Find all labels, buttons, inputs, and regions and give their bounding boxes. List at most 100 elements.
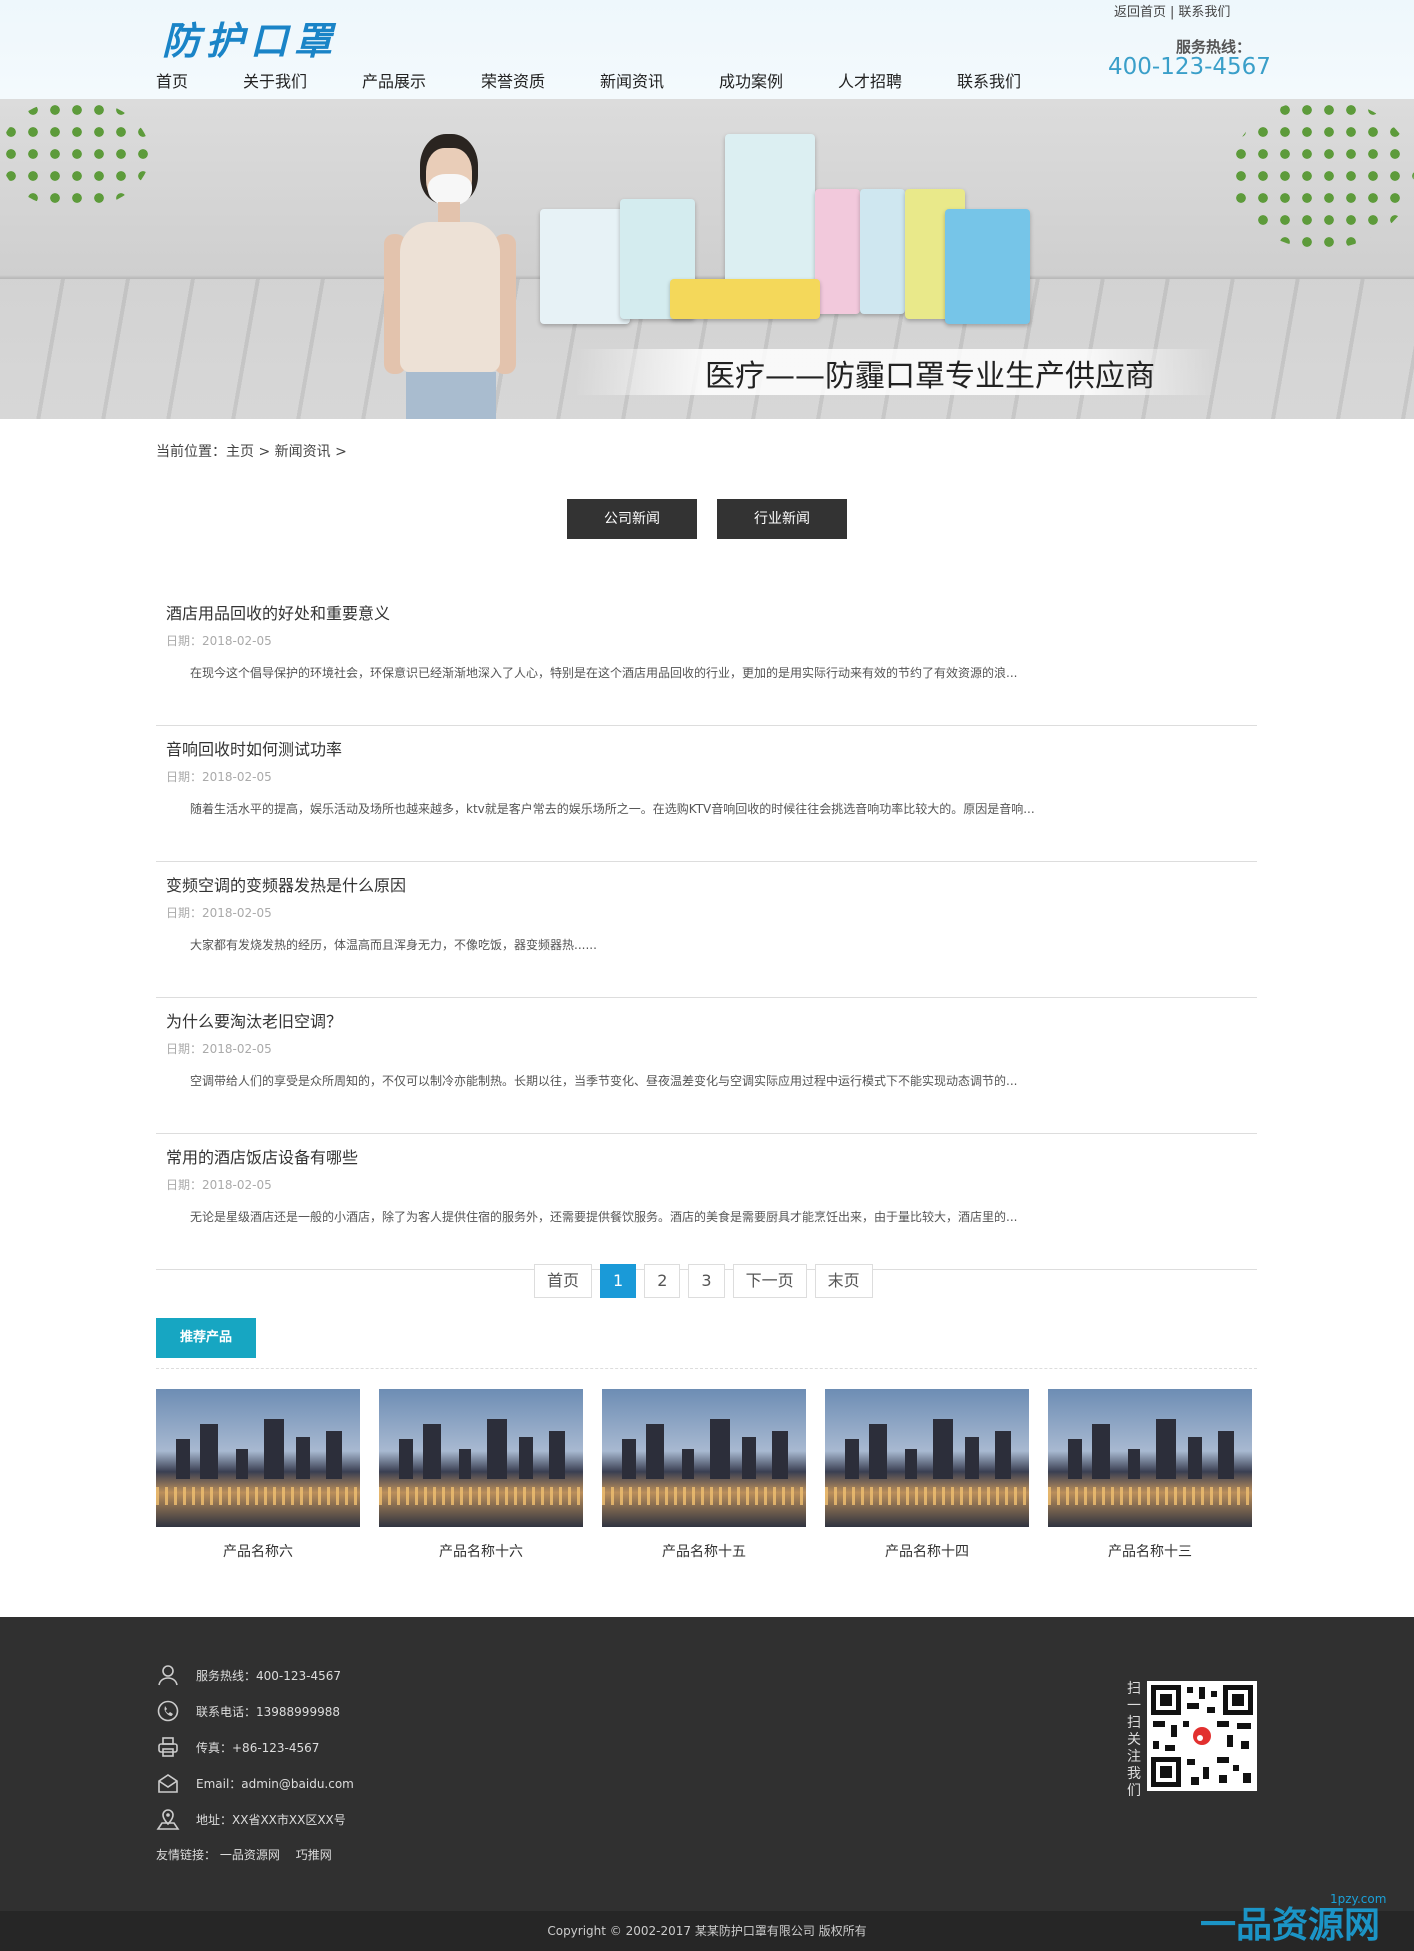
printer-icon xyxy=(156,1735,180,1759)
mask-package xyxy=(725,134,815,284)
product-image[interactable] xyxy=(825,1389,1029,1527)
nav-item-cases[interactable]: 成功案例 xyxy=(719,68,838,92)
news-item: 变频空调的变频器发热是什么原因 日期：2018-02-05 大家都有发烧发热的经… xyxy=(156,862,1257,998)
nav-item-contact[interactable]: 联系我们 xyxy=(957,68,1037,92)
news-category-tabs: 公司新闻 行业新闻 xyxy=(567,499,867,539)
product-card[interactable]: 产品名称十六 xyxy=(379,1389,583,1561)
contact-row-fax: 传真：+86-123-4567 xyxy=(156,1729,354,1765)
pager-first[interactable]: 首页 xyxy=(534,1264,593,1298)
mask-package xyxy=(860,189,905,314)
product-card[interactable]: 产品名称十五 xyxy=(602,1389,806,1561)
product-card[interactable]: 产品名称六 xyxy=(156,1389,360,1561)
recommend-header: 推荐产品 xyxy=(156,1318,1257,1369)
tab-company-news[interactable]: 公司新闻 xyxy=(567,499,697,539)
nav-item-news[interactable]: 新闻资讯 xyxy=(600,68,719,92)
hero-banner: 医疗——防霾口罩专业生产供应商 xyxy=(0,99,1414,419)
hotline-number: 400-123-4567 xyxy=(1108,54,1271,80)
product-name[interactable]: 产品名称六 xyxy=(156,1541,360,1561)
recommend-title: 推荐产品 xyxy=(156,1318,256,1358)
contact-email: Email：admin@baidu.com xyxy=(196,1776,354,1791)
news-summary: 空调带给人们的享受是众所周知的，不仅可以制冷亦能制热。长期以往，当季节变化、昼夜… xyxy=(190,1074,1018,1088)
banner-slogan: 医疗——防霾口罩专业生产供应商 xyxy=(705,359,1155,394)
mask-package xyxy=(945,209,1030,324)
user-icon xyxy=(156,1663,180,1687)
pagination: 首页 1 2 3 下一页 末页 xyxy=(534,1264,881,1298)
product-card[interactable]: 产品名称十三 xyxy=(1048,1389,1252,1561)
product-name[interactable]: 产品名称十六 xyxy=(379,1541,583,1561)
contact-address: 地址：XX省XX市XX区XX号 xyxy=(196,1812,346,1827)
contact-info: 服务热线：400-123-4567 联系电话：13988999988 传真：+8… xyxy=(156,1657,354,1837)
pager-next[interactable]: 下一页 xyxy=(732,1264,807,1298)
nav-item-jobs[interactable]: 人才招聘 xyxy=(838,68,957,92)
news-title[interactable]: 为什么要淘汰老旧空调？ xyxy=(166,1008,342,1032)
contact-fax: 传真：+86-123-4567 xyxy=(196,1740,320,1755)
breadcrumb: 当前位置：主页 > 新闻资讯 > xyxy=(156,444,347,460)
contact-row-phone: 联系电话：13988999988 xyxy=(156,1693,354,1729)
news-date: 日期：2018-02-05 xyxy=(166,634,272,648)
tab-industry-news[interactable]: 行业新闻 xyxy=(717,499,847,539)
product-name[interactable]: 产品名称十五 xyxy=(602,1541,806,1561)
friend-links: 友情链接： 一品资源网 巧推网 xyxy=(156,1846,332,1863)
mask-package xyxy=(540,209,630,324)
mask-package xyxy=(815,189,860,314)
main-nav: 首页 关于我们 产品展示 荣誉资质 新闻资讯 成功案例 人才招聘 联系我们 xyxy=(156,68,1037,92)
contact-link[interactable]: 联系我们 xyxy=(1178,5,1230,20)
contact-hotline: 服务热线：400-123-4567 xyxy=(196,1668,342,1683)
contact-row-hotline: 服务热线：400-123-4567 xyxy=(156,1657,354,1693)
mail-icon xyxy=(156,1771,180,1795)
mask-package xyxy=(670,279,820,319)
news-title[interactable]: 常用的酒店饭店设备有哪些 xyxy=(166,1144,358,1168)
friend-links-label: 友情链接： xyxy=(156,1848,217,1862)
pager-page-1[interactable]: 1 xyxy=(600,1264,637,1298)
product-card[interactable]: 产品名称十四 xyxy=(825,1389,1029,1561)
nav-item-home[interactable]: 首页 xyxy=(156,68,243,92)
news-date: 日期：2018-02-05 xyxy=(166,1042,272,1056)
contact-row-address: 地址：XX省XX市XX区XX号 xyxy=(156,1801,354,1837)
friend-link[interactable]: 一品资源网 xyxy=(220,1848,280,1862)
news-item: 音响回收时如何测试功率 日期：2018-02-05 随着生活水平的提高，娱乐活动… xyxy=(156,726,1257,862)
qr-code xyxy=(1147,1681,1257,1791)
site-logo[interactable]: 防护口罩 xyxy=(162,10,338,65)
contact-row-email: Email：admin@baidu.com xyxy=(156,1765,354,1801)
product-image[interactable] xyxy=(379,1389,583,1527)
pager-page-2[interactable]: 2 xyxy=(644,1264,681,1298)
location-icon xyxy=(156,1807,180,1831)
nav-item-honors[interactable]: 荣誉资质 xyxy=(481,68,600,92)
news-list: 酒店用品回收的好处和重要意义 日期：2018-02-05 在现今这个倡导保护的环… xyxy=(156,590,1257,1270)
product-grid: 产品名称六 产品名称十六 产品名称十五 产品名称十四 产品名称十三 xyxy=(156,1389,1252,1561)
news-item: 酒店用品回收的好处和重要意义 日期：2018-02-05 在现今这个倡导保护的环… xyxy=(156,590,1257,726)
news-title[interactable]: 音响回收时如何测试功率 xyxy=(166,736,342,760)
product-image[interactable] xyxy=(156,1389,360,1527)
vine-right-decoration xyxy=(1230,99,1414,249)
vine-left-decoration xyxy=(0,99,150,209)
site-header: 防护口罩 返回首页 | 联系我们 服务热线： 400-123-4567 首页 关于我… xyxy=(0,0,1414,99)
pager-last[interactable]: 末页 xyxy=(814,1264,873,1298)
top-links: 返回首页 | 联系我们 xyxy=(1114,5,1231,20)
nav-item-about[interactable]: 关于我们 xyxy=(243,68,362,92)
news-date: 日期：2018-02-05 xyxy=(166,906,272,920)
contact-phone: 联系电话：13988999988 xyxy=(196,1704,340,1719)
site-footer: 服务热线：400-123-4567 联系电话：13988999988 传真：+8… xyxy=(0,1617,1414,1911)
news-date: 日期：2018-02-05 xyxy=(166,1178,272,1192)
news-title[interactable]: 变频空调的变频器发热是什么原因 xyxy=(166,872,406,896)
watermark-domain: 1pzy.com xyxy=(1330,1892,1387,1906)
news-date: 日期：2018-02-05 xyxy=(166,770,272,784)
news-title[interactable]: 酒店用品回收的好处和重要意义 xyxy=(166,600,390,624)
phone-icon xyxy=(156,1699,180,1723)
news-summary: 在现今这个倡导保护的环境社会，环保意识已经渐渐地深入了人心，特别是在这个酒店用品… xyxy=(190,666,1018,680)
news-summary: 大家都有发烧发热的经历，体温高而且浑身无力，不像吃饭，器变频器热...... xyxy=(190,938,597,952)
pager-page-3[interactable]: 3 xyxy=(688,1264,725,1298)
nav-item-products[interactable]: 产品展示 xyxy=(362,68,481,92)
home-link[interactable]: 返回首页 xyxy=(1114,5,1166,20)
qr-label: 扫一扫关注我们 xyxy=(1127,1681,1141,1799)
friend-link[interactable]: 巧推网 xyxy=(296,1848,332,1862)
product-image[interactable] xyxy=(1048,1389,1252,1527)
model-wearing-mask xyxy=(370,134,530,419)
news-item: 为什么要淘汰老旧空调？ 日期：2018-02-05 空调带给人们的享受是众所周知… xyxy=(156,998,1257,1134)
news-summary: 随着生活水平的提高，娱乐活动及场所也越来越多，ktv就是客户常去的娱乐场所之一。… xyxy=(190,802,1035,816)
news-summary: 无论是星级酒店还是一般的小酒店，除了为客人提供住宿的服务外，还需要提供餐饮服务。… xyxy=(190,1210,1018,1224)
product-name[interactable]: 产品名称十三 xyxy=(1048,1541,1252,1561)
news-item: 常用的酒店饭店设备有哪些 日期：2018-02-05 无论是星级酒店还是一般的小… xyxy=(156,1134,1257,1270)
product-name[interactable]: 产品名称十四 xyxy=(825,1541,1029,1561)
product-image[interactable] xyxy=(602,1389,806,1527)
